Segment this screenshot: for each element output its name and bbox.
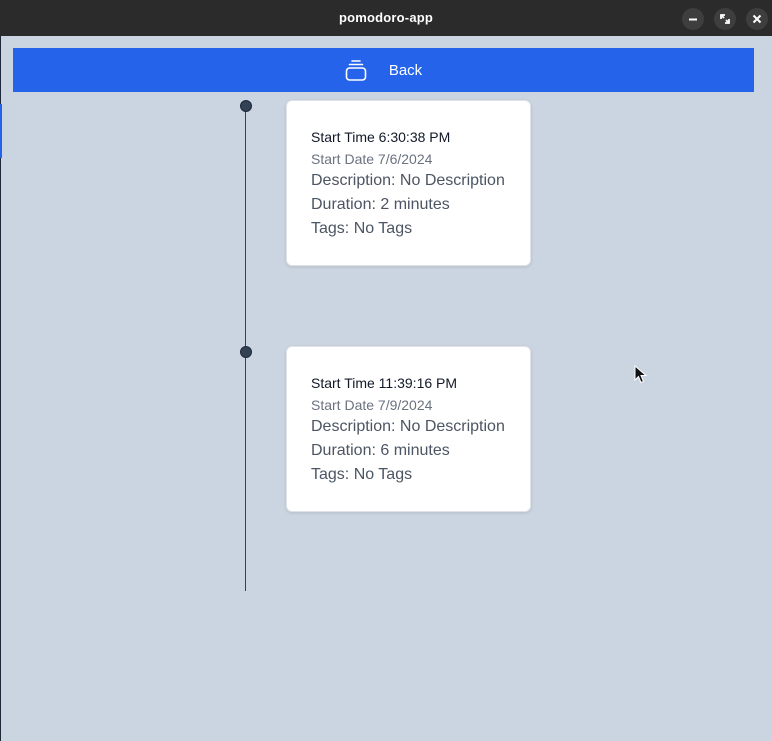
back-button[interactable]: Back bbox=[13, 48, 754, 92]
session-duration: Duration: 6 minutes bbox=[311, 442, 450, 459]
minimize-icon bbox=[689, 18, 697, 21]
timeline-dot bbox=[240, 100, 252, 112]
window-titlebar: pomodoro-app bbox=[0, 0, 772, 36]
timeline-dot bbox=[240, 346, 252, 358]
session-card: Start Time 11:39:16 PM Start Date 7/9/20… bbox=[286, 346, 531, 512]
session-card: Start Time 6:30:38 PM Start Date 7/6/202… bbox=[286, 100, 531, 266]
session-start-time: Start Time 6:30:38 PM bbox=[311, 129, 451, 145]
stack-icon bbox=[345, 59, 367, 81]
maximize-button[interactable] bbox=[714, 8, 736, 30]
maximize-icon bbox=[720, 14, 730, 24]
window-title: pomodoro-app bbox=[338, 10, 434, 25]
session-duration: Duration: 2 minutes bbox=[311, 196, 450, 213]
back-button-label: Back bbox=[388, 61, 423, 79]
close-icon bbox=[752, 14, 762, 24]
session-tags: Tags: No Tags bbox=[311, 466, 413, 483]
session-start-time: Start Time 11:39:16 PM bbox=[311, 375, 458, 391]
session-start-date: Start Date 7/9/2024 bbox=[311, 397, 433, 413]
edge-accent bbox=[0, 104, 2, 158]
main-content: Back Start Time 6:30:38 PM Start Date 7/… bbox=[0, 36, 772, 741]
close-button[interactable] bbox=[746, 8, 768, 30]
session-start-date: Start Date 7/6/2024 bbox=[311, 151, 433, 167]
mouse-cursor-icon bbox=[634, 365, 648, 384]
session-description: Description: No Description bbox=[311, 172, 505, 189]
session-tags: Tags: No Tags bbox=[311, 220, 413, 237]
session-description: Description: No Description bbox=[311, 418, 505, 435]
minimize-button[interactable] bbox=[682, 8, 704, 30]
